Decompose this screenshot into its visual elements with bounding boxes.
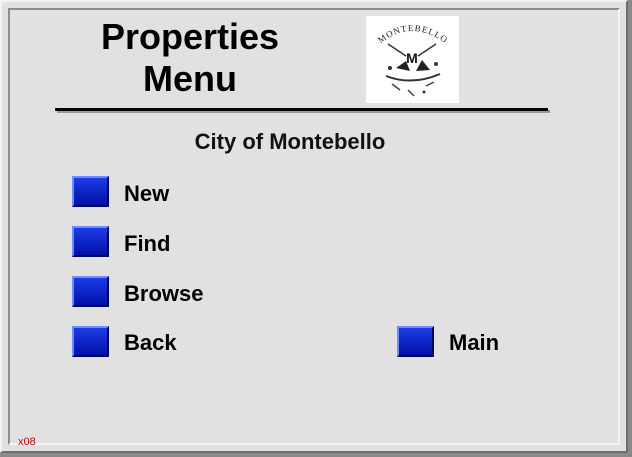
- main-button[interactable]: [397, 326, 434, 357]
- subtitle: City of Montebello: [194, 129, 386, 154]
- seal-initial: M: [406, 50, 418, 66]
- find-button[interactable]: [72, 226, 109, 257]
- new-button[interactable]: [72, 176, 109, 207]
- app-window: Properties Menu MONTEBELLO M City of Mon…: [0, 0, 628, 453]
- page-title-line2: Menu: [143, 58, 237, 99]
- layout-code: x08: [18, 436, 36, 448]
- city-seal-icon: MONTEBELLO M: [376, 23, 450, 97]
- page-title-line1: Properties: [100, 16, 280, 57]
- main-button-label[interactable]: Main: [449, 330, 499, 356]
- browse-button[interactable]: [72, 276, 109, 307]
- seal-text: MONTEBELLO: [376, 23, 449, 45]
- header-divider: [55, 108, 548, 111]
- back-button[interactable]: [72, 326, 109, 357]
- find-button-label[interactable]: Find: [124, 231, 170, 257]
- page-title: Properties Menu: [72, 16, 308, 100]
- back-button-label[interactable]: Back: [124, 330, 177, 356]
- browse-button-label[interactable]: Browse: [124, 281, 203, 307]
- svg-text:MONTEBELLO: MONTEBELLO: [376, 23, 450, 45]
- city-seal-logo: MONTEBELLO M: [366, 16, 459, 103]
- new-button-label[interactable]: New: [124, 181, 169, 207]
